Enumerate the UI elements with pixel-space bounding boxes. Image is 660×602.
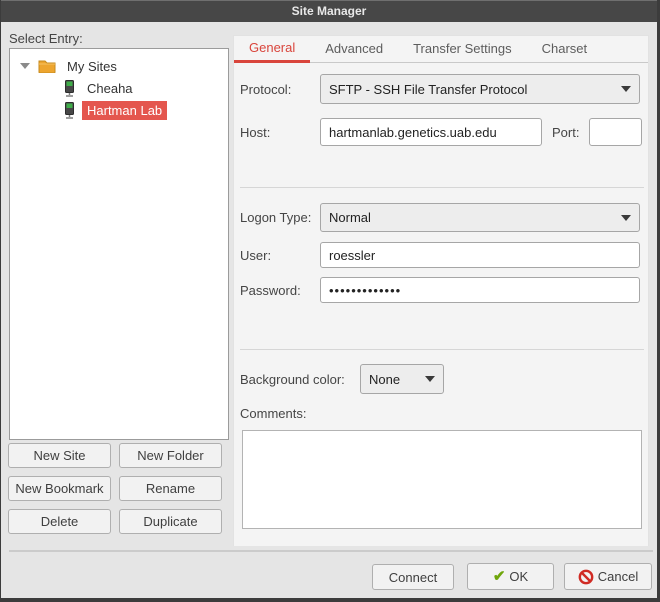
connect-button[interactable]: Connect: [372, 564, 454, 590]
protocol-label: Protocol:: [240, 82, 291, 97]
password-input[interactable]: [320, 277, 640, 303]
host-label: Host:: [240, 125, 270, 140]
cancel-label: Cancel: [598, 569, 638, 584]
tab-bar: General Advanced Transfer Settings Chars…: [234, 36, 648, 63]
rename-button[interactable]: Rename: [119, 476, 222, 501]
password-label: Password:: [240, 283, 301, 298]
comments-textarea[interactable]: [242, 430, 642, 529]
logon-type-dropdown[interactable]: Normal: [320, 203, 640, 232]
ok-label: OK: [509, 569, 528, 584]
server-icon: [63, 80, 76, 97]
chevron-down-icon: [621, 215, 631, 221]
host-input[interactable]: [320, 118, 542, 146]
settings-panel: General Advanced Transfer Settings Chars…: [233, 35, 649, 546]
user-label: User:: [240, 248, 271, 263]
separator: [9, 550, 653, 552]
port-input[interactable]: [589, 118, 642, 146]
window-title: Site Manager: [1, 0, 657, 22]
cancel-icon: [578, 569, 594, 585]
tab-general[interactable]: General: [234, 36, 310, 63]
select-entry-label: Select Entry:: [9, 31, 83, 46]
tree-item-cheaha[interactable]: Cheaha: [10, 77, 228, 99]
background-color-label: Background color:: [240, 372, 345, 387]
user-input[interactable]: [320, 242, 640, 268]
new-site-button[interactable]: New Site: [8, 443, 111, 468]
tree-item-hartman-lab[interactable]: Hartman Lab: [10, 99, 228, 121]
server-icon: [63, 102, 76, 119]
protocol-value: SFTP - SSH File Transfer Protocol: [329, 82, 527, 97]
background-color-value: None: [369, 372, 400, 387]
tab-charset[interactable]: Charset: [527, 36, 603, 62]
site-actions: New Site New Folder New Bookmark Rename …: [8, 443, 222, 534]
tree-item-label: Cheaha: [82, 79, 138, 98]
tree-item-label-selected: Hartman Lab: [82, 101, 167, 120]
logon-type-label: Logon Type:: [240, 210, 311, 225]
new-folder-button[interactable]: New Folder: [119, 443, 222, 468]
separator: [240, 187, 644, 188]
comments-label: Comments:: [240, 406, 306, 421]
tree-item-my-sites[interactable]: My Sites: [10, 55, 228, 77]
delete-button[interactable]: Delete: [8, 509, 111, 534]
site-tree[interactable]: My Sites Cheaha: [9, 48, 229, 440]
connect-label: Connect: [389, 570, 437, 585]
logon-type-value: Normal: [329, 210, 371, 225]
protocol-dropdown[interactable]: SFTP - SSH File Transfer Protocol: [320, 74, 640, 104]
tab-transfer-settings[interactable]: Transfer Settings: [398, 36, 527, 62]
cancel-button[interactable]: Cancel: [564, 563, 652, 590]
chevron-down-icon: [621, 86, 631, 92]
new-bookmark-button[interactable]: New Bookmark: [8, 476, 111, 501]
tab-advanced[interactable]: Advanced: [310, 36, 398, 62]
ok-button[interactable]: ✔ OK: [467, 563, 554, 590]
expander-arrow-icon[interactable]: [20, 63, 30, 69]
folder-icon: [38, 59, 56, 73]
port-label: Port:: [552, 125, 579, 140]
duplicate-button[interactable]: Duplicate: [119, 509, 222, 534]
site-manager-dialog: Site Manager Select Entry: My Sites: [0, 0, 660, 602]
background-color-dropdown[interactable]: None: [360, 364, 444, 394]
check-icon: ✔: [493, 569, 506, 584]
tree-item-label: My Sites: [62, 57, 122, 76]
separator: [240, 349, 644, 350]
chevron-down-icon: [425, 376, 435, 382]
